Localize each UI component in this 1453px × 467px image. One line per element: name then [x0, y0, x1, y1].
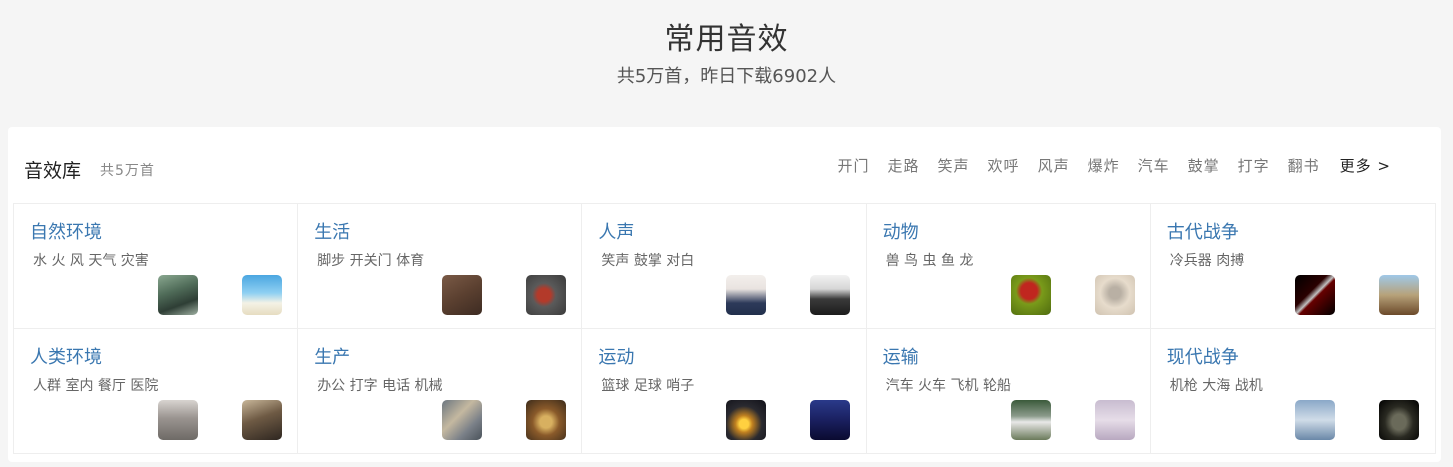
tag-walking[interactable]: 走路 [888, 155, 920, 176]
category-title[interactable]: 生活 [314, 218, 350, 244]
mall-image[interactable] [242, 399, 282, 440]
category-tags: 汽车 火车 飞机 轮船 [885, 377, 1011, 394]
category-human-environment: 人类环境 人群 室内 餐厅 医院 [14, 328, 299, 453]
ladybug-image[interactable] [1010, 275, 1051, 315]
category-title[interactable]: 古代战争 [1167, 218, 1239, 244]
category-life: 生活 脚步 开关门 体育 [298, 204, 583, 329]
tag-explosion[interactable]: 爆炸 [1088, 155, 1120, 176]
tag-typing[interactable]: 打字 [1238, 155, 1270, 176]
category-tags: 人群 室内 餐厅 医院 [33, 377, 159, 394]
airplane-image[interactable] [1094, 399, 1135, 440]
motorcycle-image[interactable] [526, 275, 567, 315]
category-tags: 冷兵器 肉搏 [1169, 253, 1245, 269]
category-tags: 机枪 大海 战机 [1169, 377, 1263, 394]
indoor-hall-image[interactable] [158, 399, 198, 440]
category-title[interactable]: 生产 [314, 343, 350, 369]
tag-wind[interactable]: 风声 [1038, 155, 1070, 176]
panel-title: 音效库 [24, 160, 82, 182]
category-title[interactable]: 人类环境 [30, 343, 102, 369]
forest-image[interactable] [158, 275, 198, 315]
hero-section: 常用音效 共5万首，昨日下载6902人 [0, 0, 1453, 106]
footsteps-image[interactable] [442, 275, 483, 315]
sword-image[interactable] [1294, 275, 1335, 315]
category-tags: 办公 打字 电话 机械 [317, 377, 443, 394]
category-sports: 运动 篮球 足球 哨子 [582, 328, 867, 453]
crowd-cheering-image[interactable] [810, 275, 851, 315]
woman-portrait-image[interactable] [726, 275, 767, 315]
tag-car[interactable]: 汽车 [1138, 155, 1170, 176]
category-title[interactable]: 自然环境 [30, 218, 102, 244]
sound-library-panel: 音效库 共5万首 开门 走路 笑声 欢呼 风声 爆炸 汽车 鼓掌 打字 翻书 更… [8, 127, 1441, 462]
category-tags: 兽 鸟 虫 鱼 龙 [885, 253, 974, 269]
category-title[interactable]: 现代战争 [1167, 343, 1239, 369]
category-tags: 水 火 风 天气 灾害 [33, 253, 149, 269]
page-subtitle: 共5万首，昨日下载6902人 [616, 66, 837, 87]
players-image[interactable] [810, 399, 851, 440]
page-title: 常用音效 [664, 22, 789, 57]
hummingbird-image[interactable] [1094, 275, 1135, 315]
map-desk-image[interactable] [442, 399, 483, 440]
category-ancient-war: 古代战争 冷兵器 肉搏 [1150, 204, 1435, 329]
category-title[interactable]: 动物 [883, 218, 919, 244]
category-nature: 自然环境 水 火 风 天气 灾害 [14, 204, 299, 329]
category-title[interactable]: 运输 [883, 343, 919, 369]
category-transport: 运输 汽车 火车 飞机 轮船 [867, 328, 1151, 453]
category-modern-war: 现代战争 机枪 大海 战机 [1151, 329, 1435, 454]
category-grid: 自然环境 水 火 风 天气 灾害 生活 脚步 开关门 体育 人声 笑声 鼓掌 对… [13, 203, 1436, 454]
category-tags: 篮球 足球 哨子 [601, 377, 695, 394]
category-tags: 脚步 开关门 体育 [317, 253, 425, 269]
category-tags: 笑声 鼓掌 对白 [601, 253, 695, 269]
food-image[interactable] [526, 399, 567, 440]
category-title[interactable]: 人声 [598, 218, 634, 244]
tag-applause[interactable]: 鼓掌 [1188, 155, 1220, 176]
category-animals: 动物 兽 鸟 虫 鱼 龙 [866, 204, 1151, 329]
category-title[interactable]: 运动 [598, 343, 634, 369]
train-image[interactable] [1010, 399, 1051, 440]
horse-rider-image[interactable] [1378, 275, 1419, 315]
beach-image[interactable] [242, 275, 282, 315]
drone-image[interactable] [1294, 399, 1335, 440]
panel-header: 音效库 共5万首 开门 走路 笑声 欢呼 风声 爆炸 汽车 鼓掌 打字 翻书 更… [8, 127, 1441, 203]
tag-page-turn[interactable]: 翻书 [1288, 155, 1320, 176]
cyclist-sunset-image[interactable] [726, 399, 767, 440]
tag-cheering[interactable]: 欢呼 [988, 155, 1020, 176]
more-link[interactable]: 更多 > [1340, 155, 1391, 176]
category-production: 生产 办公 打字 电话 机械 [298, 328, 583, 453]
panel-count: 共5万首 [100, 163, 155, 179]
tag-open-door[interactable]: 开门 [838, 155, 870, 176]
tank-image[interactable] [1378, 399, 1419, 440]
quick-tags: 开门 走路 笑声 欢呼 风声 爆炸 汽车 鼓掌 打字 翻书 更多 > [820, 155, 1392, 176]
tag-laughter[interactable]: 笑声 [938, 155, 970, 176]
category-voice: 人声 笑声 鼓掌 对白 [582, 204, 867, 329]
